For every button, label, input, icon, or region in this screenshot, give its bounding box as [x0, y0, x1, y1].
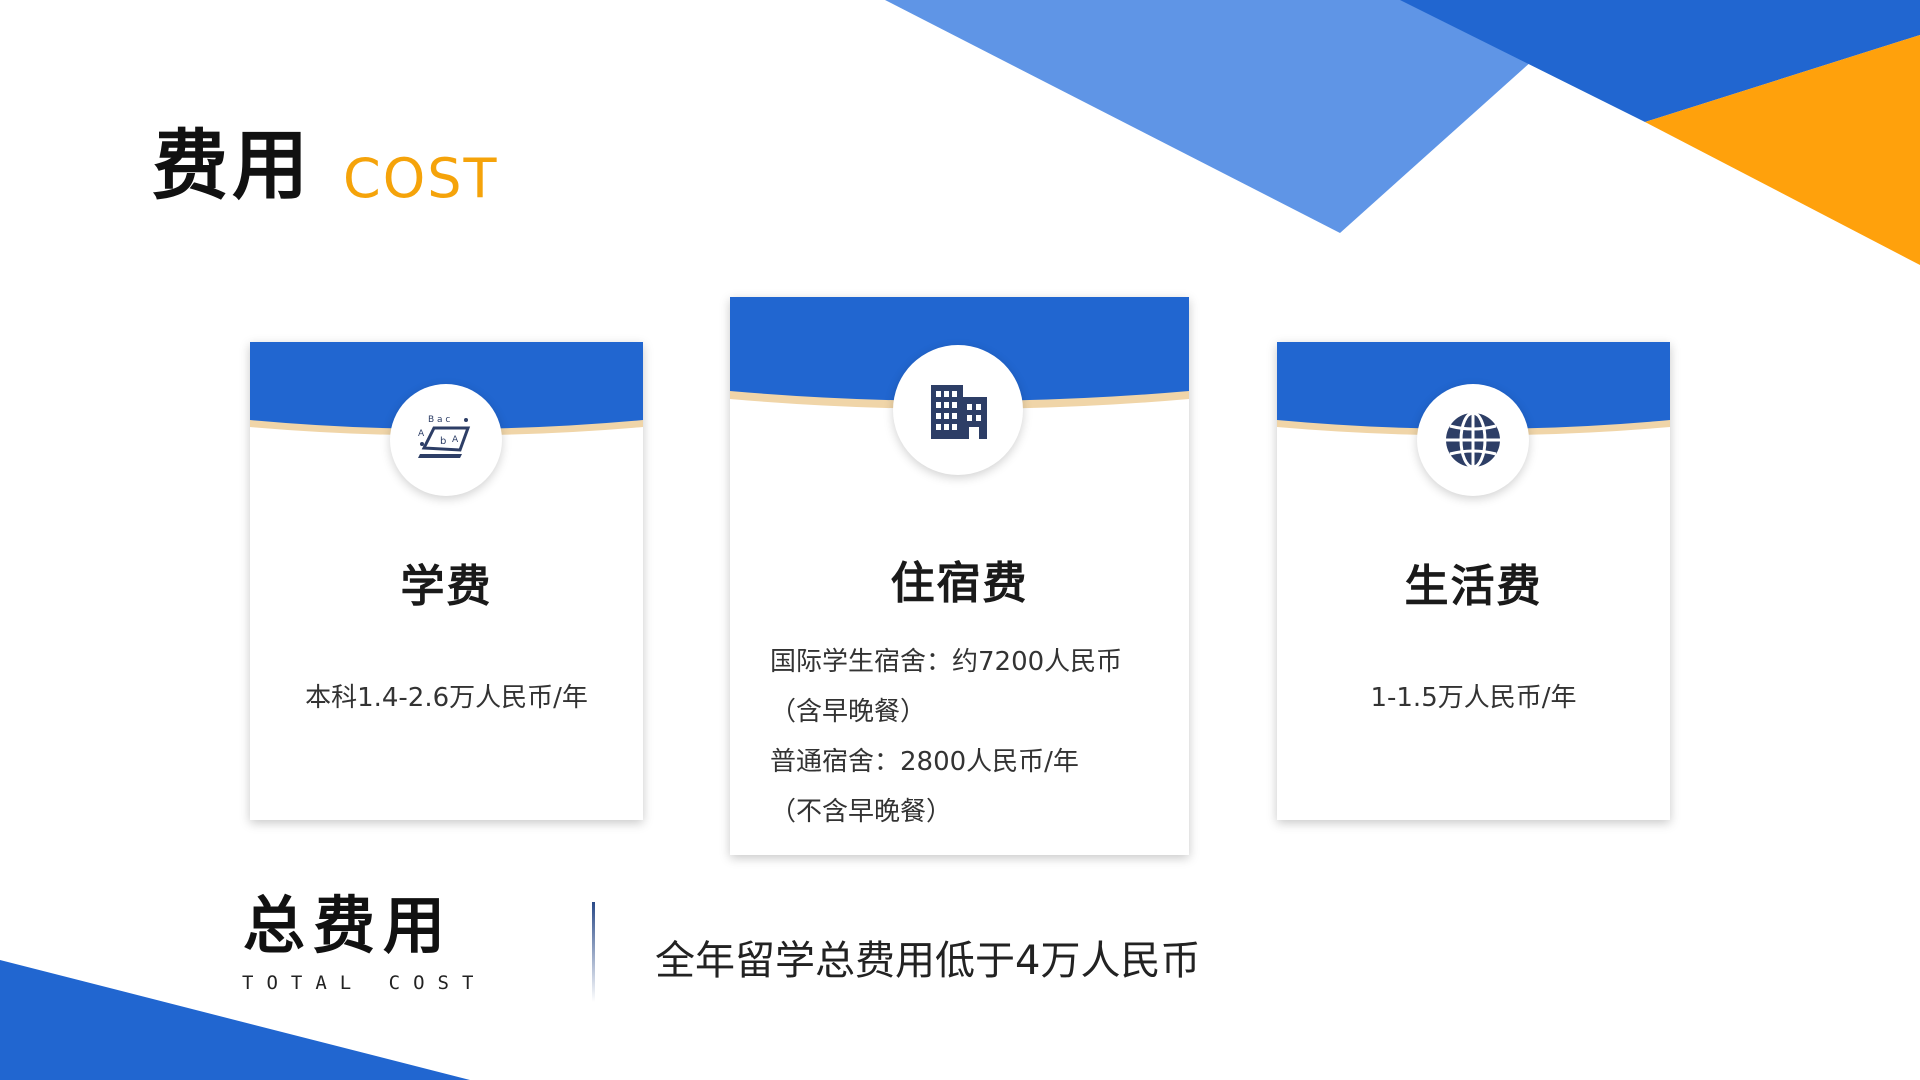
page-title: 费用: [152, 121, 312, 210]
accommodation-line: （含早晚餐）: [770, 697, 927, 727]
total-title-en: TOTAL COST: [242, 972, 487, 994]
svg-text:B a c: B a c: [428, 415, 450, 425]
globe-icon: [1446, 411, 1500, 469]
tuition-title: 学费: [400, 561, 493, 612]
tuition-desc: 本科1.4-2.6万人民币/年: [305, 683, 588, 713]
accommodation-desc: 国际学生宿舍：约7200人民币 （含早晚餐） 普通宿舍：2800人民币/年 （不…: [770, 637, 1169, 837]
living-desc: 1-1.5万人民币/年: [1370, 683, 1577, 713]
accommodation-card: 住宿费 国际学生宿舍：约7200人民币 （含早晚餐） 普通宿舍：2800人民币/…: [730, 297, 1189, 855]
svg-text:A: A: [452, 435, 459, 445]
living-icon-wrap: [1417, 384, 1529, 496]
living-title: 生活费: [1404, 561, 1543, 612]
tuition-icon-wrap: B a c A b A: [390, 384, 502, 496]
tuition-card: B a c A b A 学费 本科1.4-2.6万人民币/年: [250, 342, 643, 820]
total-title: 总费用: [243, 889, 454, 962]
building-icon: [931, 385, 987, 439]
accommodation-line: （不含早晚餐）: [770, 797, 953, 827]
accommodation-icon-wrap: [893, 345, 1023, 475]
accommodation-line: 普通宿舍：2800人民币/年: [770, 747, 1079, 777]
section-divider: [592, 902, 595, 1002]
page-title-en: COST: [343, 147, 499, 210]
accommodation-line: 国际学生宿舍：约7200人民币: [770, 647, 1123, 677]
svg-text:b: b: [440, 436, 446, 447]
living-card: 生活费 1-1.5万人民币/年: [1277, 342, 1670, 820]
svg-text:A: A: [418, 429, 425, 439]
accommodation-title: 住宿费: [890, 558, 1029, 609]
total-summary: 全年留学总费用低于4万人民币: [655, 938, 1201, 984]
laptop-alphabet-icon: B a c A b A: [418, 415, 471, 458]
